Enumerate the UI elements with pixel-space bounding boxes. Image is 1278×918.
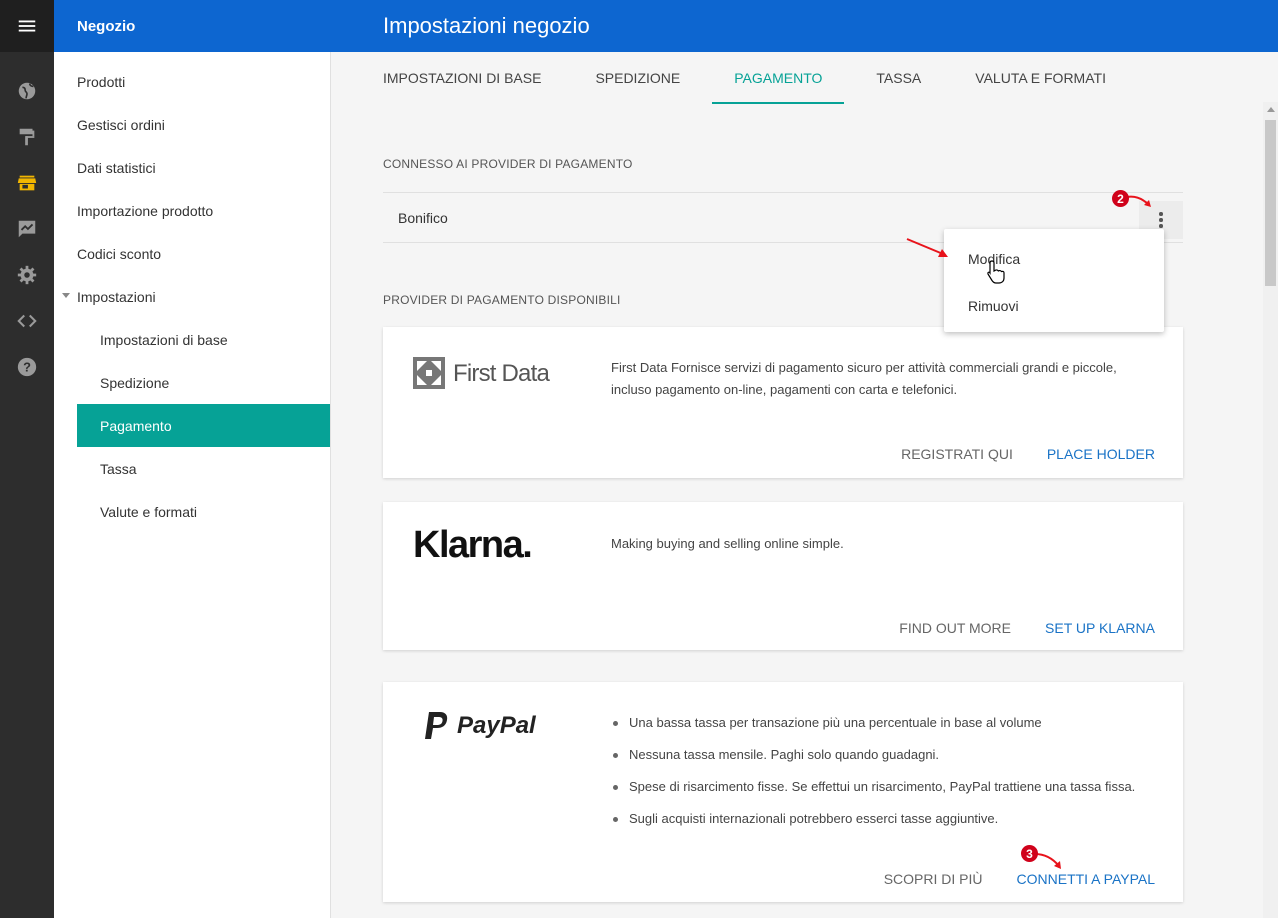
tab-tassa[interactable]: TASSA [876,52,921,104]
step-2-arrow-icon [1126,195,1151,207]
app-header: Negozio Impostazioni negozio [54,0,1278,52]
scopri-di-piu-button[interactable]: SCOPRI DI PIÙ [884,871,983,887]
caret-down-icon [62,293,70,298]
provider-card-klarna: Klarna. Making buying and selling online… [383,502,1183,650]
list-item: Sugli acquisti internazionali potrebbero… [611,803,1143,835]
first-data-logo: First Data [413,357,563,394]
paypal-wordmark: PayPal [457,712,536,739]
step-2-badge: 2 [1112,190,1129,207]
scrollbar-thumb[interactable] [1265,120,1276,286]
first-data-description: First Data Fornisce servizi di pagamento… [611,360,1117,397]
page-title: Impostazioni negozio [383,13,590,38]
sidebar-item-tassa[interactable]: Tassa [54,447,330,490]
menu-item-rimuovi[interactable]: Rimuovi [944,282,1164,329]
code-icon[interactable] [0,298,54,344]
main-content: IMPOSTAZIONI DI BASE SPEDIZIONE PAGAMENT… [331,52,1263,918]
connected-heading: CONNESSO AI PROVIDER DI PAGAMENTO [383,157,633,171]
chart-icon[interactable] [0,206,54,252]
modifica-arrow-icon [906,238,948,257]
sidebar-item-importazione-prodotto[interactable]: Importazione prodotto [54,189,330,232]
paint-roller-icon[interactable] [0,114,54,160]
provider-card-first-data: First Data First Data Fornisce servizi d… [383,327,1183,478]
tab-bar: IMPOSTAZIONI DI BASE SPEDIZIONE PAGAMENT… [331,52,1263,104]
list-item: Nessuna tassa mensile. Paghi solo quando… [611,739,1143,771]
find-out-more-button[interactable]: FIND OUT MORE [899,620,1011,636]
tab-impostazioni-di-base[interactable]: IMPOSTAZIONI DI BASE [383,52,541,104]
step-3-badge: 3 [1021,845,1038,862]
scrollbar[interactable] [1263,102,1278,918]
sidebar-item-pagamento[interactable]: Pagamento [77,404,330,447]
list-item: Una bassa tassa per transazione più una … [611,707,1143,739]
paypal-actions: SCOPRI DI PIÙ CONNETTI A PAYPAL [884,871,1155,887]
menu-item-modifica[interactable]: Modifica [944,235,1164,282]
sidebar-item-label: Impostazioni [77,288,156,305]
paypal-logo: PayPal [423,710,536,742]
klarna-description: Making buying and selling online simple. [611,536,844,551]
menu-icon[interactable] [0,0,54,52]
sidebar-item-prodotti[interactable]: Prodotti [54,60,330,103]
tab-valuta-e-formati[interactable]: VALUTA E FORMATI [975,52,1106,104]
list-item: Spese di risarcimento fisse. Se effettui… [611,771,1143,803]
nav-sidebar: Prodotti Gestisci ordini Dati statistici… [54,52,331,918]
paypal-benefits-list: Una bassa tassa per transazione più una … [611,707,1143,835]
paypal-p-icon [425,712,448,739]
connetti-a-paypal-button[interactable]: CONNETTI A PAYPAL [1017,871,1155,887]
svg-text:?: ? [23,360,31,375]
store-icon[interactable] [0,160,54,206]
set-up-klarna-button[interactable]: SET UP KLARNA [1045,620,1155,636]
first-data-wordmark: First Data [453,360,550,387]
sidebar-item-impostazioni-di-base[interactable]: Impostazioni di base [54,318,330,361]
gear-icon[interactable] [0,252,54,298]
scroll-up-arrow-icon[interactable] [1267,107,1275,112]
connected-provider-name: Bonifico [398,209,448,226]
options-menu: Modifica Rimuovi [944,229,1164,332]
hand-cursor-icon [987,260,1005,284]
sidebar-item-spedizione[interactable]: Spedizione [54,361,330,404]
place-holder-button[interactable]: PLACE HOLDER [1047,446,1155,462]
klarna-logo: Klarna. [413,524,533,566]
sidebar-item-codici-sconto[interactable]: Codici sconto [54,232,330,275]
section-title: Negozio [77,17,136,35]
sidebar-item-impostazioni[interactable]: Impostazioni [54,275,330,318]
sidebar-item-gestisci-ordini[interactable]: Gestisci ordini [54,103,330,146]
globe-icon[interactable] [0,68,54,114]
klarna-actions: FIND OUT MORE SET UP KLARNA [899,620,1155,636]
tab-pagamento[interactable]: PAGAMENTO [712,52,845,104]
first-data-actions: REGISTRATI QUI PLACE HOLDER [901,446,1155,462]
icon-rail: ? [0,0,54,918]
sidebar-item-valute-e-formati[interactable]: Valute e formati [54,490,330,533]
tab-spedizione[interactable]: SPEDIZIONE [595,52,680,104]
available-heading: PROVIDER DI PAGAMENTO DISPONIBILI [383,293,621,307]
help-icon[interactable]: ? [0,344,54,390]
sidebar-item-dati-statistici[interactable]: Dati statistici [54,146,330,189]
registrati-qui-button[interactable]: REGISTRATI QUI [901,446,1013,462]
